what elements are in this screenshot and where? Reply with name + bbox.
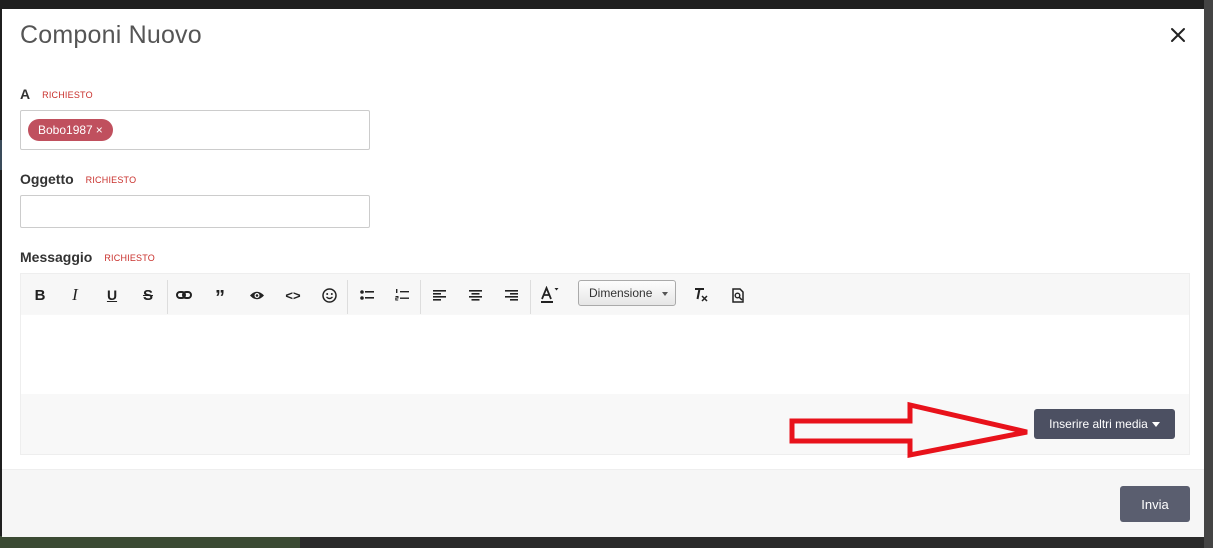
insert-media-button[interactable]: Inserire altri media [1034, 409, 1175, 439]
toolbar-separator [530, 280, 531, 314]
find-icon [732, 287, 744, 303]
align-center-icon [468, 289, 482, 301]
chevron-down-icon [662, 292, 668, 296]
to-field[interactable]: Bobo1987 × [20, 110, 370, 150]
to-label-text: A [20, 86, 31, 102]
red-arrow-annotation [789, 401, 1028, 459]
code-button[interactable]: <> [279, 282, 307, 308]
strikethrough-icon: S [142, 286, 153, 304]
remove-recipient-icon[interactable]: × [96, 123, 103, 137]
message-label: Messaggio RICHIESTO [20, 249, 155, 265]
quote-button[interactable]: ” [206, 282, 234, 308]
quote-icon: ” [215, 287, 225, 309]
close-icon [1171, 28, 1185, 42]
font-size-select-label: Dimensione [589, 286, 653, 300]
preview-eye-icon [250, 291, 264, 299]
message-required-badge: RICHIESTO [104, 253, 156, 264]
emoji-button[interactable] [315, 282, 343, 308]
recipient-tag-name: Bobo1987 [38, 123, 93, 137]
toolbar-separator [420, 280, 421, 314]
clear-format-button[interactable] [687, 282, 715, 308]
link-button[interactable] [170, 282, 198, 308]
to-label: A RICHIESTO [20, 86, 93, 102]
align-center-button[interactable] [461, 282, 489, 308]
subject-label-text: Oggetto [20, 171, 74, 187]
italic-icon: I [72, 285, 78, 304]
bold-button[interactable]: B [26, 282, 54, 308]
background-scrollbar [1204, 0, 1213, 548]
recipient-tag: Bobo1987 × [28, 119, 113, 141]
bullet-list-icon [360, 290, 374, 300]
text-color-icon [541, 286, 559, 303]
strikethrough-button[interactable]: S [134, 282, 162, 308]
insert-media-label: Inserire altri media [1049, 417, 1148, 431]
emoji-icon [321, 287, 337, 303]
subject-input[interactable] [20, 195, 370, 228]
text-color-button[interactable] [535, 282, 563, 308]
close-button[interactable] [1166, 23, 1190, 47]
preview-button[interactable] [243, 282, 271, 308]
link-icon [176, 291, 192, 299]
align-right-button[interactable] [497, 282, 525, 308]
numbered-list-button[interactable] [388, 282, 416, 308]
subject-label: Oggetto RICHIESTO [20, 171, 136, 187]
message-textarea[interactable] [21, 315, 1189, 394]
underline-icon: U [106, 287, 118, 303]
caret-down-icon [1151, 422, 1160, 428]
background-bottom-left [0, 536, 300, 548]
modal-title: Componi Nuovo [20, 21, 202, 49]
editor-toolbar: B I U S ” <> Dimensione [21, 274, 1189, 314]
toolbar-separator [347, 280, 348, 314]
align-left-icon [432, 289, 446, 301]
underline-button[interactable]: U [98, 282, 126, 308]
subject-required-badge: RICHIESTO [85, 175, 137, 186]
bold-icon: B [34, 286, 46, 304]
modal-footer: Invia [2, 469, 1204, 537]
clear-format-icon [695, 288, 708, 302]
align-left-button[interactable] [425, 282, 453, 308]
italic-button[interactable]: I [61, 282, 89, 308]
compose-modal: Componi Nuovo A RICHIESTO Bobo1987 × Ogget… [2, 9, 1204, 537]
font-size-select[interactable]: Dimensione [578, 280, 676, 306]
send-button[interactable]: Invia [1120, 486, 1190, 522]
toolbar-separator [167, 280, 168, 314]
numbered-list-icon [395, 289, 409, 301]
message-label-text: Messaggio [20, 249, 93, 265]
to-required-badge: RICHIESTO [42, 90, 93, 101]
find-button[interactable] [724, 282, 752, 308]
align-right-icon [504, 289, 518, 301]
bullet-list-button[interactable] [353, 282, 381, 308]
code-icon: <> [285, 287, 301, 303]
